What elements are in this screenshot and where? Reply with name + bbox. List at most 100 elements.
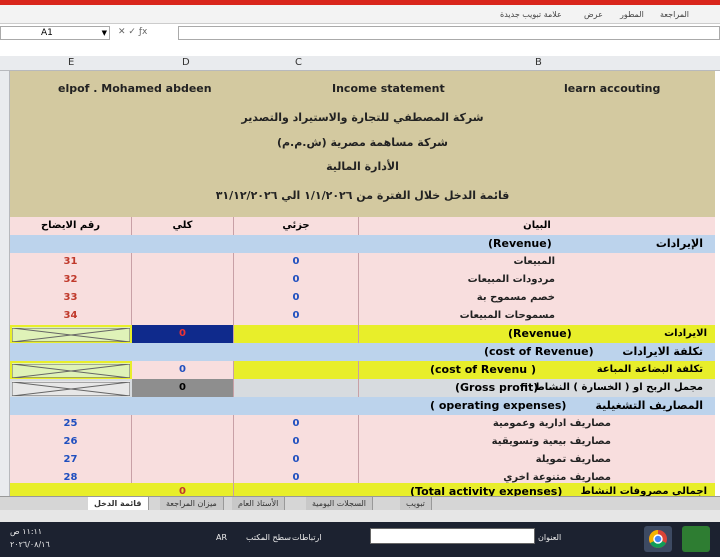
- total-cell[interactable]: [132, 253, 234, 271]
- formula-input[interactable]: [178, 26, 720, 40]
- chevron-down-icon[interactable]: ▼: [102, 27, 107, 39]
- ref-cell[interactable]: 26: [10, 433, 132, 451]
- item-header: البيان: [523, 220, 551, 231]
- table-row[interactable]: 32 0 مردودات المبيعات: [10, 271, 715, 290]
- ref-cell[interactable]: 27: [10, 451, 132, 469]
- partial-cell[interactable]: 0: [234, 253, 359, 271]
- opex-en: ( operating expenses): [430, 399, 567, 412]
- chrome-icon[interactable]: [644, 526, 672, 552]
- statement-period: قائمة الدخل خلال الفترة من ١/١/٢٠٢٦ الي …: [10, 179, 715, 214]
- clock-date: ٢٠٢٦/٠٨/١٦: [10, 540, 50, 549]
- ref-cell[interactable]: 32: [10, 271, 132, 289]
- address-input[interactable]: [370, 528, 535, 544]
- table-row[interactable]: 33 0 خصم مسموح بة: [10, 289, 715, 308]
- revenue-section: الإيرادات (Revenue): [10, 235, 715, 254]
- column-header-b[interactable]: B: [535, 57, 542, 68]
- table-row[interactable]: 26 0 مصاريف بيعية وتسويقية: [10, 433, 715, 452]
- item-cell[interactable]: المبيعات: [359, 253, 563, 271]
- enter-icon[interactable]: ✓: [128, 27, 136, 37]
- cost-goods-value[interactable]: 0: [132, 361, 234, 379]
- cost-goods-row[interactable]: 0 تكلفة البضاعة المباعة (cost of Revenu …: [10, 361, 715, 380]
- function-icon[interactable]: ƒx: [139, 27, 148, 37]
- cross-box: [11, 327, 131, 343]
- ref-cell[interactable]: 25: [10, 415, 132, 433]
- partial-cell[interactable]: [234, 379, 359, 397]
- ref-cell[interactable]: 34: [10, 307, 132, 325]
- company-name: شركة المصطفي للتجارة والاستيراد والتصدير: [10, 105, 715, 132]
- sheet-tabs: قائمة الدخل ميزان المراجعة الأستاذ العام…: [0, 496, 720, 510]
- opex-section: المصاريف التشغيلية ( operating expenses): [10, 397, 715, 416]
- item-cell[interactable]: خصم مسموح بة: [359, 289, 563, 307]
- partial-cell[interactable]: 0: [234, 451, 359, 469]
- chrome-logo: [649, 530, 667, 548]
- total-cell[interactable]: [132, 433, 234, 451]
- worksheet[interactable]: elpof . Mohamed abdeen Income statement …: [10, 71, 715, 496]
- ref-cell[interactable]: 33: [10, 289, 132, 307]
- partial-cell[interactable]: 0: [234, 433, 359, 451]
- header-band: elpof . Mohamed abdeen Income statement …: [10, 71, 715, 106]
- cross-icon: [11, 327, 131, 343]
- column-header-c[interactable]: C: [295, 57, 302, 68]
- total-cell[interactable]: [132, 415, 234, 433]
- tab-general-ledger[interactable]: الأستاذ العام: [232, 497, 286, 510]
- gross-profit-value[interactable]: 0: [132, 379, 234, 397]
- name-box[interactable]: A1 ▼: [0, 26, 110, 40]
- total-cell[interactable]: [132, 271, 234, 289]
- table-row[interactable]: 31 0 المبيعات: [10, 253, 715, 272]
- total-revenue-en: (Revenue): [508, 327, 572, 340]
- ref-header: رقم الايضاح: [10, 217, 132, 235]
- partial-cell[interactable]: 0: [234, 307, 359, 325]
- row-headers: [0, 71, 10, 496]
- tab-income-statement[interactable]: قائمة الدخل: [88, 497, 149, 510]
- tab-new[interactable]: علامة تبويب جديدة: [500, 10, 562, 19]
- tab-new-sheet[interactable]: تبويب: [400, 497, 432, 510]
- total-cell[interactable]: [132, 307, 234, 325]
- total-revenue-ar: الايرادات: [664, 328, 707, 339]
- total-opex-row[interactable]: 0 اجمالي مصروفات النشاط (Total activity …: [10, 483, 715, 496]
- total-opex-value[interactable]: 0: [132, 483, 234, 496]
- item-cell[interactable]: مصاريف تمويلة: [359, 451, 619, 469]
- partial-cell[interactable]: 0: [234, 289, 359, 307]
- language-indicator[interactable]: AR: [216, 533, 227, 542]
- partial-cell[interactable]: 0: [234, 271, 359, 289]
- cancel-icon[interactable]: ✕: [118, 27, 126, 37]
- address-label: العنوان: [538, 533, 562, 542]
- column-header-d[interactable]: D: [182, 57, 190, 68]
- tab-journal[interactable]: السجلات اليومية: [306, 497, 374, 510]
- ribbon: المراجعة المطور عرض علامة تبويب جديدة: [0, 0, 720, 24]
- taskbar: ١١:١١ ص ٢٠٢٦/٠٨/١٦ AR سطح المكتب ارتباطا…: [0, 522, 720, 557]
- cost-goods-en: (cost of Revenu ): [430, 363, 536, 376]
- author-label: elpof . Mohamed abdeen: [58, 82, 212, 95]
- excel-icon[interactable]: [682, 526, 710, 552]
- table-row[interactable]: 25 0 مصاريف ادارية وعمومية: [10, 415, 715, 434]
- item-cell[interactable]: مصاريف ادارية وعمومية: [359, 415, 619, 433]
- company-type: شركة مساهمة مصرية (ش.م.م): [10, 131, 715, 156]
- partial-cell[interactable]: 0: [234, 415, 359, 433]
- total-revenue-row[interactable]: 0 الايرادات (Revenue): [10, 325, 715, 344]
- item-cell[interactable]: مصاريف بيعية وتسويقية: [359, 433, 619, 451]
- total-revenue-value[interactable]: 0: [132, 325, 234, 343]
- desktop-toolbar[interactable]: سطح المكتب: [246, 533, 291, 542]
- tab-view[interactable]: عرض: [584, 10, 603, 19]
- partial-cell[interactable]: [234, 361, 359, 379]
- total-cell[interactable]: [132, 289, 234, 307]
- item-cell[interactable]: مسموحات المبيعات: [359, 307, 563, 325]
- tab-review[interactable]: المراجعة: [660, 10, 689, 19]
- tab-developer[interactable]: المطور: [620, 10, 644, 19]
- table-row[interactable]: 27 0 مصاريف تمويلة: [10, 451, 715, 470]
- item-cell[interactable]: مردودات المبيعات: [359, 271, 563, 289]
- column-header-e[interactable]: E: [68, 57, 74, 68]
- tab-trial-balance[interactable]: ميزان المراجعة: [160, 497, 224, 510]
- total-cell[interactable]: [132, 451, 234, 469]
- ref-cell[interactable]: 31: [10, 253, 132, 271]
- cost-ar: تكلفة الايرادات: [622, 345, 703, 358]
- gross-profit-row[interactable]: 0 مجمل الربح او ( الخسارة ) النشاط (Gros…: [10, 379, 715, 398]
- table-row[interactable]: 34 0 مسموحات المبيعات: [10, 307, 715, 326]
- name-box-value: A1: [41, 28, 53, 38]
- table-header: رقم الايضاح كلي جزئي البيان: [10, 217, 715, 236]
- links-toolbar[interactable]: ارتباطات: [292, 533, 322, 542]
- column-headers: E D C B: [0, 56, 720, 71]
- gross-en: (Gross profit): [455, 381, 539, 394]
- status-bar: [0, 510, 720, 522]
- partial-cell[interactable]: [234, 325, 359, 343]
